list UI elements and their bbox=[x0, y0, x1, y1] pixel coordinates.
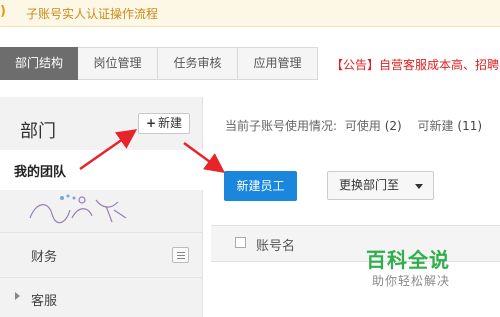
expand-arrow-icon[interactable] bbox=[15, 292, 20, 300]
select-all-checkbox[interactable] bbox=[235, 237, 246, 248]
tab-app-management[interactable]: 应用管理 bbox=[238, 47, 318, 80]
account-usage-status: 当前子账号使用情况: 可使用 (2) 可新建 (11) bbox=[225, 117, 482, 134]
sidebar-item-label: 我的团队 bbox=[14, 165, 67, 180]
sidebar-item-finance[interactable]: 财务 bbox=[31, 246, 57, 265]
sidebar-divider bbox=[0, 277, 203, 278]
notice-bar: ) 子账号实人认证操作流程 bbox=[0, 0, 500, 27]
usage-prefix: 当前子账号使用情况: bbox=[225, 119, 338, 133]
plus-icon: + bbox=[145, 116, 157, 130]
tab-department-structure[interactable]: 部门结构 bbox=[0, 47, 78, 80]
dropdown-label: 更换部门至 bbox=[339, 178, 400, 192]
change-department-dropdown[interactable]: 更换部门至 bbox=[327, 171, 434, 200]
tab-position-management[interactable]: 岗位管理 bbox=[78, 47, 158, 80]
table-header bbox=[211, 225, 500, 262]
main-tabs: 部门结构 岗位管理 任务审核 应用管理 bbox=[0, 47, 318, 80]
usage-available-count: (2) bbox=[384, 119, 402, 133]
new-employee-button[interactable]: 新建员工 bbox=[224, 171, 297, 201]
watermark-subtitle: 助你轻松解决 bbox=[372, 274, 451, 288]
usage-new-count: (11) bbox=[457, 119, 483, 133]
notice-icon: ) bbox=[0, 4, 6, 19]
column-header-account-name: 账号名 bbox=[256, 239, 296, 254]
caret-down-icon bbox=[415, 184, 423, 189]
usage-new-label: 可新建 bbox=[417, 119, 454, 133]
sidebar-title: 部门 bbox=[20, 121, 56, 142]
new-button-label: 新建 bbox=[158, 116, 183, 130]
watermark-title: 百科全说 bbox=[366, 248, 450, 272]
sidebar-item-customer-service[interactable]: 客服 bbox=[31, 290, 57, 309]
announcement-link[interactable]: 【公告】自营客服成本高、招聘 bbox=[331, 56, 499, 73]
new-department-button[interactable]: + 新建 bbox=[138, 113, 190, 134]
notice-link[interactable]: 子账号实人认证操作流程 bbox=[26, 5, 158, 22]
usage-available-label: 可使用 bbox=[344, 119, 381, 133]
sidebar-divider bbox=[0, 232, 203, 233]
tab-task-review[interactable]: 任务审核 bbox=[158, 47, 238, 80]
decorative-sticker bbox=[29, 194, 127, 224]
page: ) 子账号实人认证操作流程 部门结构 岗位管理 任务审核 应用管理 【公告】自营… bbox=[0, 0, 500, 317]
collapse-icon[interactable] bbox=[172, 247, 189, 263]
